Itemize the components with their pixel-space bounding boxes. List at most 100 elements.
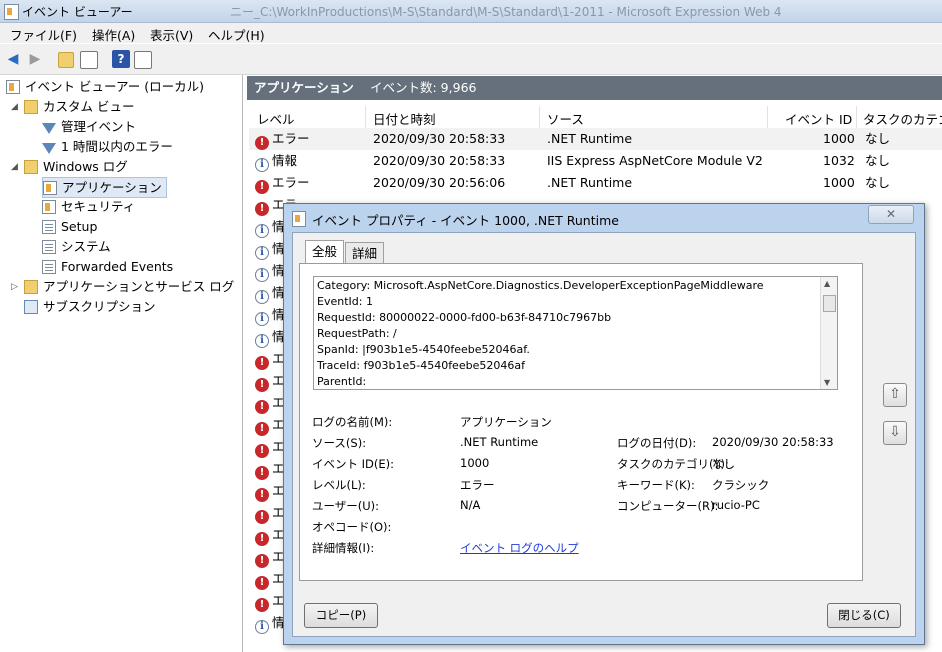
dialog-close-icon[interactable]: ✕ xyxy=(868,205,914,224)
folder-icon xyxy=(24,280,38,294)
error-icon: ! xyxy=(255,180,269,194)
user-value: N/A xyxy=(460,498,481,512)
tab-general[interactable]: 全般 xyxy=(305,240,345,264)
column-header-task-category[interactable]: タスクのカテゴリ xyxy=(863,109,942,128)
error-icon: ! xyxy=(255,400,269,414)
info-icon: i xyxy=(255,158,269,172)
table-row[interactable]: ! エラー 2020/09/30 20:58:33 .NET Runtime 1000 な… xyxy=(249,128,942,150)
column-header-source[interactable]: ソース xyxy=(547,109,584,128)
description-line: Category: Microsoft.AspNetCore.Diagnosti… xyxy=(317,279,764,292)
error-icon: ! xyxy=(255,554,269,568)
column-separator[interactable] xyxy=(856,106,857,128)
info-icon: i xyxy=(255,312,269,326)
description-scrollbar[interactable]: ▲ ▼ xyxy=(820,277,837,389)
error-icon: ! xyxy=(255,444,269,458)
folder-up-icon[interactable] xyxy=(58,52,74,68)
event-grid-header: レベル 日付と時刻 ソース イベント ID タスクのカテゴリ xyxy=(249,106,942,129)
error-icon: ! xyxy=(255,466,269,480)
menu-view[interactable]: 表示(V) xyxy=(150,25,193,44)
close-button[interactable]: 閉じる(C) xyxy=(827,603,901,628)
tree-windows-logs[interactable]: Windows ログ xyxy=(24,157,128,176)
event-viewer-app-icon xyxy=(4,4,19,20)
menu-file[interactable]: ファイル(F) xyxy=(10,25,77,44)
window-titlebar: イベント ビューアー ニー_C:\WorkInProductions\M-S\S… xyxy=(0,0,942,23)
level-text: エラー xyxy=(272,131,310,146)
folder-icon xyxy=(24,100,38,114)
log-icon xyxy=(42,220,56,234)
tree-security-log[interactable]: セキュリティ xyxy=(42,197,135,216)
description-line: EventId: 1 xyxy=(317,295,373,308)
expand-triangle-icon[interactable]: ◢ xyxy=(11,102,18,112)
table-row[interactable]: i 情報 2020/09/30 20:58:33 IIS Express AspNet… xyxy=(249,150,942,172)
tree-admin-events[interactable]: 管理イベント xyxy=(42,117,136,136)
column-header-event-id[interactable]: イベント ID xyxy=(785,109,852,128)
tree-setup-log[interactable]: Setup xyxy=(42,217,97,236)
show-hide-action-pane-icon[interactable] xyxy=(134,51,152,69)
dialog-titlebar[interactable]: イベント プロパティ - イベント 1000, .NET Runtime ✕ xyxy=(284,204,924,232)
level-cell: i情報 xyxy=(255,150,297,172)
back-arrow-icon[interactable]: ◀ xyxy=(4,50,22,68)
show-hide-tree-icon[interactable] xyxy=(80,51,98,69)
description-line: RequestPath: / xyxy=(317,327,397,340)
menu-action[interactable]: 操作(A) xyxy=(92,25,135,44)
tree-subscriptions[interactable]: サブスクリプション xyxy=(24,297,156,316)
column-separator[interactable] xyxy=(767,106,768,128)
task-category-value: なし xyxy=(712,457,735,471)
log-icon xyxy=(42,260,56,274)
event-description-box[interactable]: Category: Microsoft.AspNetCore.Diagnosti… xyxy=(313,276,838,390)
scroll-down-arrow-icon[interactable]: ▼ xyxy=(824,378,830,387)
description-line: TraceId: f903b1e5-4540feebe52046af xyxy=(317,359,525,372)
source-cell: IIS Express AspNetCore Module V2 xyxy=(547,153,763,168)
event-properties-dialog: イベント プロパティ - イベント 1000, .NET Runtime ✕ 全… xyxy=(283,203,925,645)
info-icon: i xyxy=(255,334,269,348)
task-cell: なし xyxy=(865,175,891,190)
filter-icon xyxy=(42,143,56,154)
log-name-label: ログの名前(M): xyxy=(312,415,393,429)
info-icon: i xyxy=(255,268,269,282)
tree-application-log[interactable]: アプリケーション xyxy=(42,177,167,198)
menu-help[interactable]: ヘルプ(H) xyxy=(208,25,265,44)
logged-value: 2020/09/30 20:58:33 xyxy=(712,435,834,449)
level-text: エラー xyxy=(272,175,310,190)
event-log-help-link[interactable]: イベント ログのヘルプ xyxy=(460,540,579,556)
error-icon: ! xyxy=(255,598,269,612)
scrollbar-thumb[interactable] xyxy=(823,295,836,312)
previous-event-up-arrow-icon[interactable]: ⇧ xyxy=(883,383,907,407)
table-row[interactable]: ! エラー 2020/09/30 20:56:06 .NET Runtime 1000 な… xyxy=(249,172,942,194)
tree-last-hour-errors[interactable]: 1 時間以内のエラー xyxy=(42,137,173,156)
info-icon: i xyxy=(255,290,269,304)
tab-details[interactable]: 詳細 xyxy=(345,242,385,263)
next-event-down-arrow-icon[interactable]: ⇩ xyxy=(883,421,907,445)
source-cell: .NET Runtime xyxy=(547,175,633,190)
help-icon[interactable]: ? xyxy=(112,50,130,68)
forward-arrow-icon[interactable]: ▶ xyxy=(26,50,44,68)
event-id-value: 1000 xyxy=(460,456,490,470)
error-icon: ! xyxy=(255,202,269,216)
error-icon: ! xyxy=(255,532,269,546)
tree-root-event-viewer[interactable]: イベント ビューアー (ローカル) xyxy=(6,77,204,96)
tree-app-service-logs[interactable]: アプリケーションとサービス ログ xyxy=(24,277,234,296)
id-cell: 1000 xyxy=(823,175,855,190)
expand-triangle-icon[interactable]: ◢ xyxy=(11,162,18,172)
tree-forwarded-events[interactable]: Forwarded Events xyxy=(42,257,173,276)
column-header-level[interactable]: レベル xyxy=(257,109,295,128)
error-icon: ! xyxy=(255,136,269,150)
more-info-label: 詳細情報(I): xyxy=(312,541,375,555)
error-icon: ! xyxy=(255,576,269,590)
scroll-up-arrow-icon[interactable]: ▲ xyxy=(824,279,830,288)
info-icon: i xyxy=(255,224,269,238)
tree-custom-views[interactable]: カスタム ビュー xyxy=(24,97,134,116)
source-value: .NET Runtime xyxy=(460,435,539,449)
column-separator[interactable] xyxy=(365,106,366,128)
collapse-triangle-icon[interactable]: ▷ xyxy=(11,282,18,292)
column-header-datetime[interactable]: 日付と時刻 xyxy=(373,109,436,128)
event-viewer-icon xyxy=(292,211,306,227)
dialog-body: 全般 詳細 Category: Microsoft.AspNetCore.Dia… xyxy=(292,232,916,637)
copy-button[interactable]: コピー(P) xyxy=(304,603,378,628)
description-line: ParentId: xyxy=(317,375,367,388)
general-tab-panel: Category: Microsoft.AspNetCore.Diagnosti… xyxy=(299,263,863,581)
background-window-title: ニー_C:\WorkInProductions\M-S\Standard\M-S… xyxy=(230,5,782,19)
level-text: 情報 xyxy=(272,153,298,168)
tree-system-log[interactable]: システム xyxy=(42,237,111,256)
column-separator[interactable] xyxy=(539,106,540,128)
